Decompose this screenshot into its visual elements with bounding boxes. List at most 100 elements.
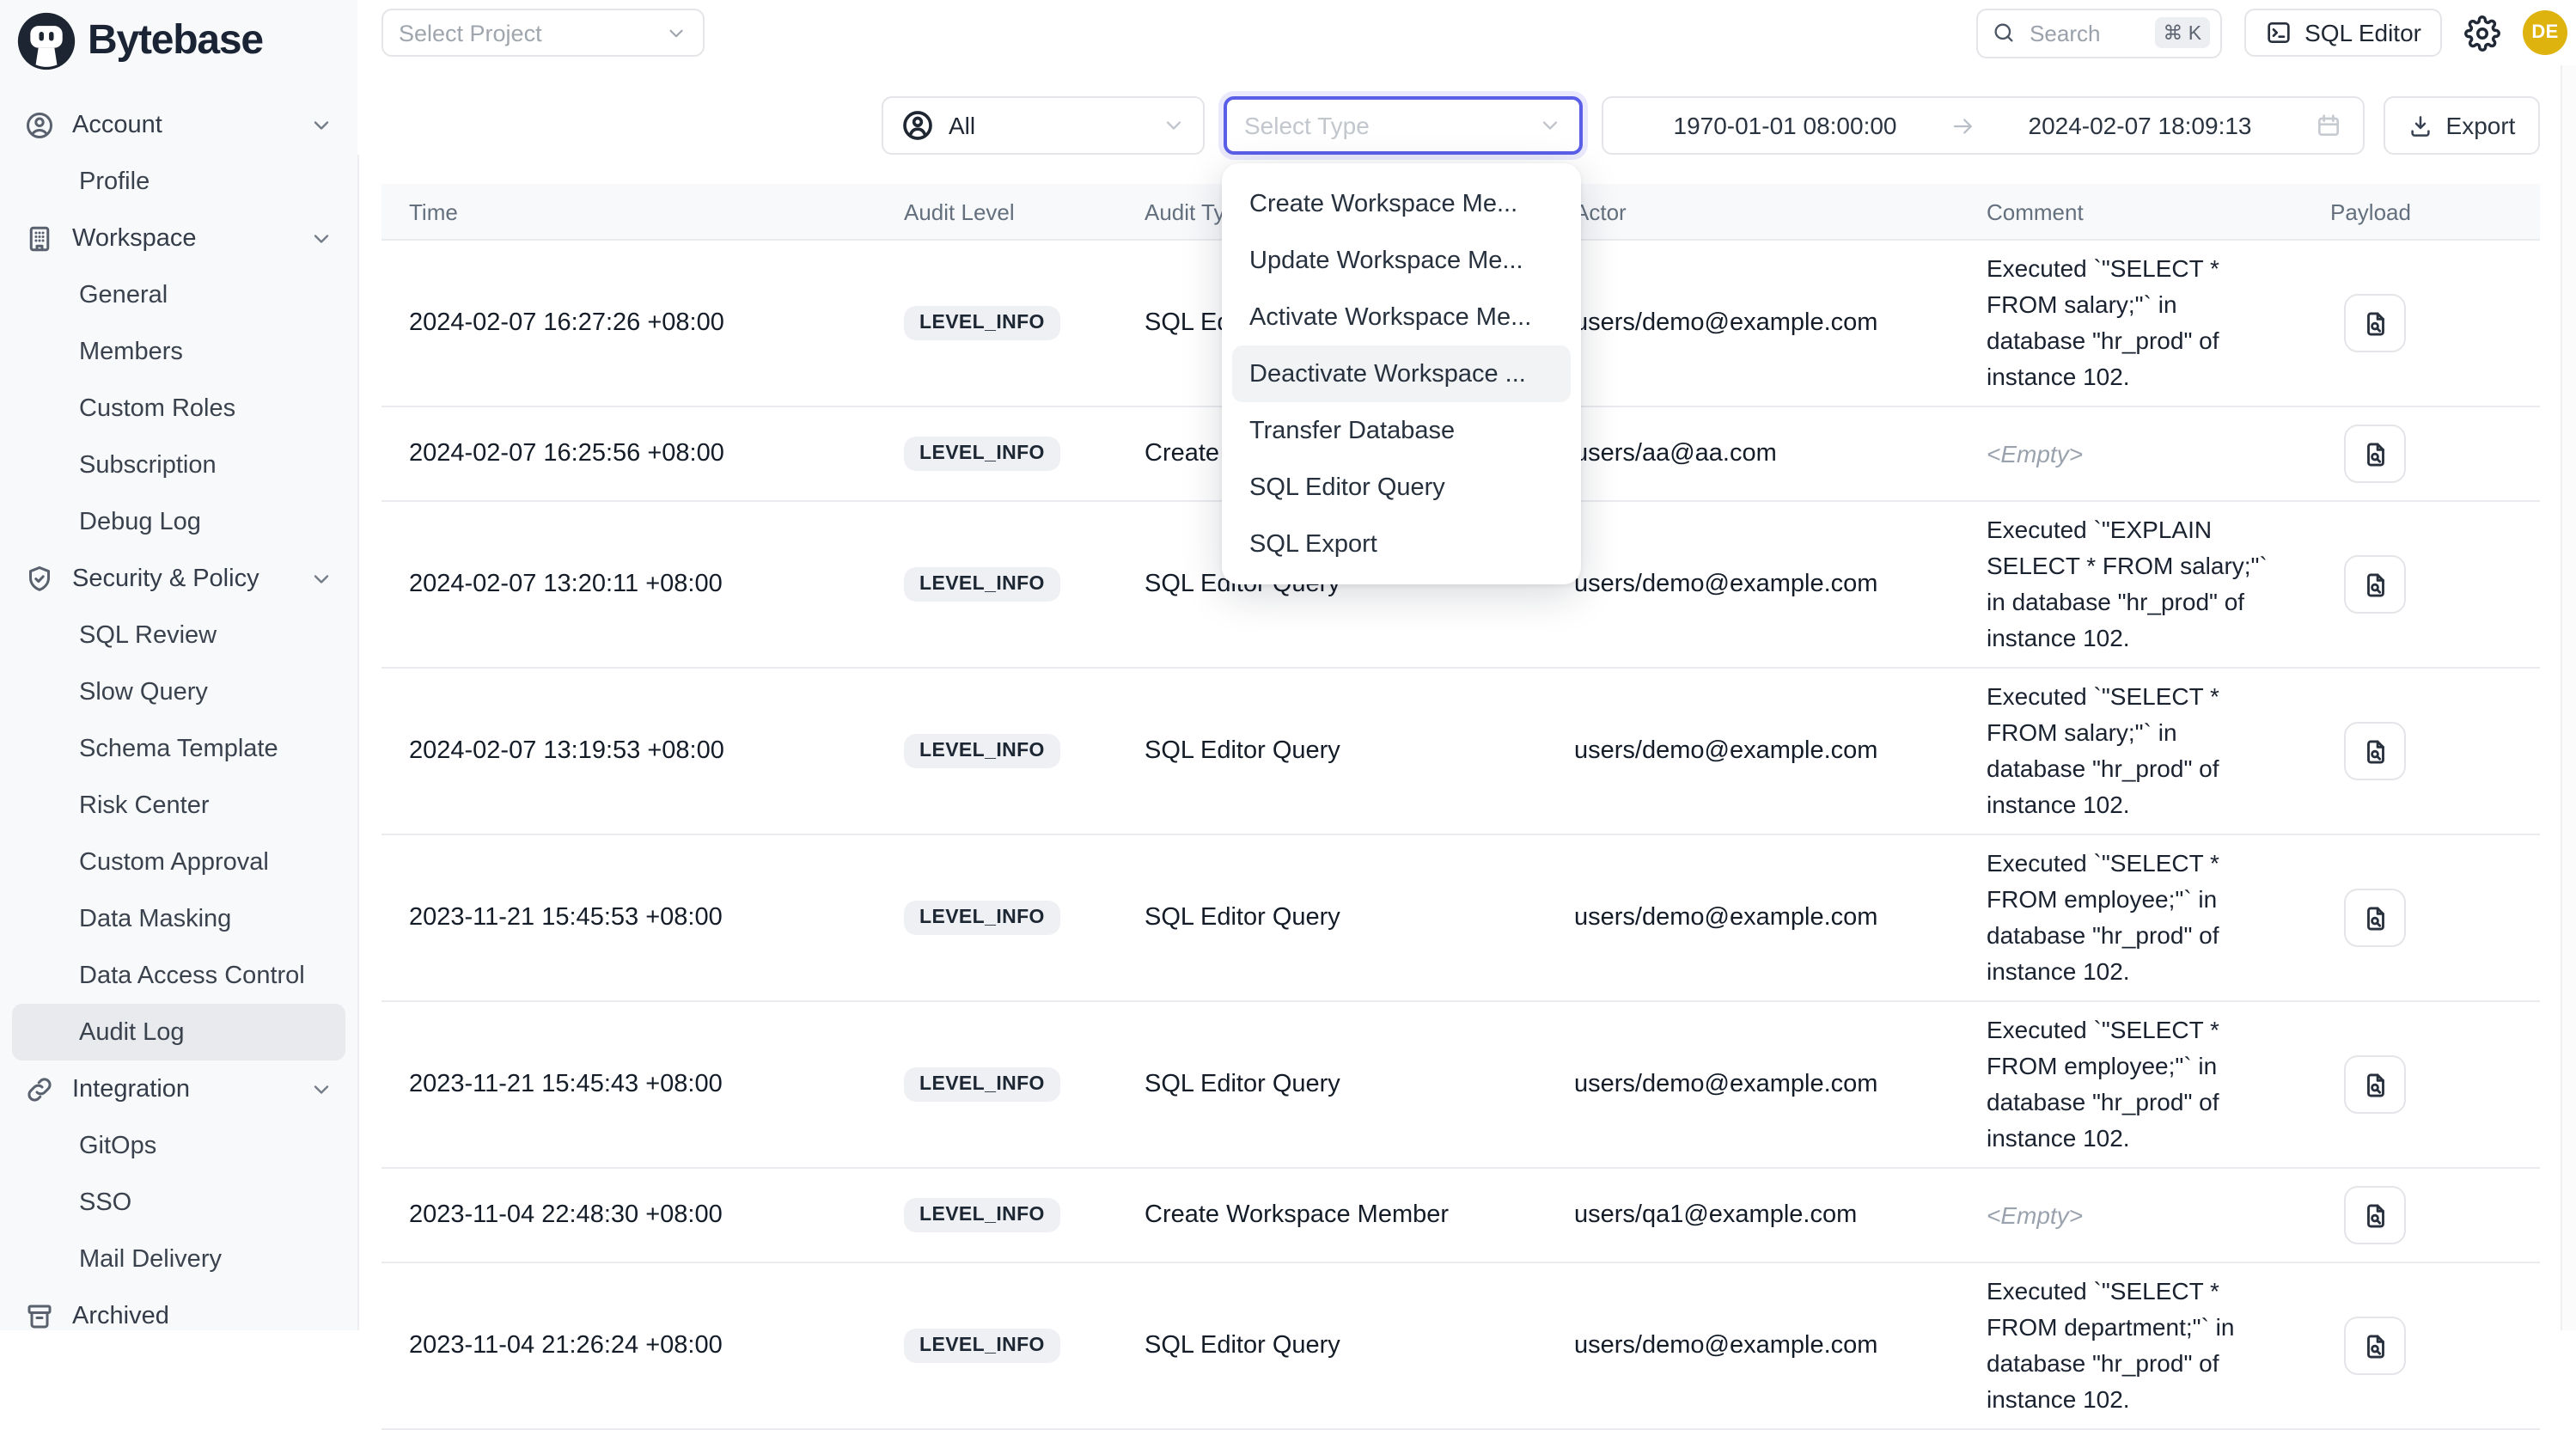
sidebar-item-label: Slow Query [79,678,208,706]
cell-actor: users/demo@example.com [1547,669,1959,834]
sidebar-section-account[interactable]: Account [0,96,357,153]
menu-item-sql-editor-query[interactable]: SQL Editor Query [1222,459,1581,516]
sidebar-item-schema-template[interactable]: Schema Template [0,720,357,777]
payload-view-button[interactable] [2344,1317,2406,1375]
sidebar-item-label: SQL Review [79,621,217,649]
sidebar-item-data-access-control[interactable]: Data Access Control [0,947,357,1004]
sidebar-item-general[interactable]: General [0,266,357,323]
cell-actor: users/demo@example.com [1547,1263,1959,1428]
scrollbar-track[interactable] [2561,65,2576,1330]
comment-text: Executed `"SELECT * FROM employee;"` in … [1987,846,2275,990]
sidebar: Bytebase AccountProfileWorkspaceGeneralM… [0,0,359,1330]
avatar[interactable]: DE [2523,10,2567,55]
sidebar-section-label: Workspace [72,224,197,252]
top-bar: Select Project ⌘ K SQL Editor DE [357,0,2576,67]
date-to[interactable]: 2024-02-07 18:09:13 [1979,112,2301,139]
payload-view-button[interactable] [2344,889,2406,947]
cell-actor: users/demo@example.com [1547,1002,1959,1167]
sidebar-item-risk-center[interactable]: Risk Center [0,777,357,834]
menu-item-deactivate-workspace[interactable]: Deactivate Workspace ... [1232,345,1571,402]
sidebar-item-label: SSO [79,1189,131,1216]
user-circle-icon [24,109,55,140]
payload-view-button[interactable] [2344,294,2406,352]
gear-icon[interactable] [2464,15,2500,51]
menu-item-create-workspace-me[interactable]: Create Workspace Me... [1222,175,1581,232]
shield-check-icon [24,563,55,594]
sidebar-item-label: Data Access Control [79,962,305,989]
table-row: 2023-11-21 15:45:43 +08:00LEVEL_INFOSQL … [382,1002,2540,1169]
date-range-picker[interactable]: 1970-01-01 08:00:00 2024-02-07 18:09:13 [1602,96,2365,155]
sidebar-section-workspace[interactable]: Workspace [0,210,357,266]
sidebar-item-mail-delivery[interactable]: Mail Delivery [0,1231,357,1287]
sidebar-item-audit-log[interactable]: Audit Log [12,1004,345,1060]
type-filter-placeholder: Select Type [1244,112,1370,139]
sidebar-section-integration[interactable]: Integration [0,1060,357,1117]
column-header-time: Time [382,199,876,224]
cell-time: 2024-02-07 16:25:56 +08:00 [382,407,876,500]
sidebar-item-gitops[interactable]: GitOps [0,1117,357,1174]
sidebar-section-security-policy[interactable]: Security & Policy [0,550,357,607]
menu-item-update-workspace-me[interactable]: Update Workspace Me... [1222,232,1581,289]
cell-audit-level: LEVEL_INFO [876,669,1117,834]
person-circle-icon [900,108,935,143]
sidebar-section-label: Account [72,111,162,138]
actor-filter-value: All [949,112,975,139]
cell-comment: <Empty> [1959,1169,2303,1262]
menu-item-activate-workspace-me[interactable]: Activate Workspace Me... [1222,289,1581,345]
sidebar-item-debug-log[interactable]: Debug Log [0,493,357,550]
file-search-icon [2360,1201,2390,1230]
sidebar-item-slow-query[interactable]: Slow Query [0,663,357,720]
cell-audit-level: LEVEL_INFO [876,1002,1117,1167]
archive-icon [24,1300,55,1330]
cell-comment: Executed `"SELECT * FROM department;"` i… [1959,1263,2303,1428]
cell-payload [2303,835,2540,1000]
sidebar-item-label: Profile [79,168,150,195]
menu-item-transfer-database[interactable]: Transfer Database [1222,402,1581,459]
actor-filter-select[interactable]: All [882,96,1205,155]
cell-comment: Executed `"SELECT * FROM salary;"` in da… [1959,669,2303,834]
type-filter-select[interactable]: Select Type [1224,96,1583,155]
menu-item-sql-export[interactable]: SQL Export [1222,516,1581,572]
sidebar-item-sso[interactable]: SSO [0,1174,357,1231]
filter-bar: All Select Type 1970-01-01 08:00:00 2024… [357,65,2576,155]
search-box[interactable]: ⌘ K [1976,8,2222,58]
cell-audit-level: LEVEL_INFO [876,835,1117,1000]
sidebar-item-subscription[interactable]: Subscription [0,437,357,493]
sql-editor-button[interactable]: SQL Editor [2244,9,2442,57]
search-shortcut-badge: ⌘ K [2154,17,2210,48]
payload-view-button[interactable] [2344,1186,2406,1244]
payload-view-button[interactable] [2344,425,2406,483]
export-label: Export [2446,112,2516,139]
sidebar-item-profile[interactable]: Profile [0,153,357,210]
project-select[interactable]: Select Project [382,9,705,57]
cell-audit-level: LEVEL_INFO [876,1169,1117,1262]
sidebar-item-label: Risk Center [79,791,210,819]
sidebar-section-archived[interactable]: Archived [0,1287,357,1330]
cell-audit-level: LEVEL_INFO [876,241,1117,406]
payload-view-button[interactable] [2344,555,2406,614]
search-input[interactable] [2026,18,2115,47]
sidebar-item-custom-roles[interactable]: Custom Roles [0,380,357,437]
chevron-down-icon [1538,113,1562,138]
cell-time: 2023-11-04 21:26:24 +08:00 [382,1263,876,1428]
export-button[interactable]: Export [2384,96,2540,155]
comment-text: Executed `"SELECT * FROM salary;"` in da… [1987,251,2275,395]
sidebar-item-data-masking[interactable]: Data Masking [0,890,357,947]
sidebar-item-sql-review[interactable]: SQL Review [0,607,357,663]
cell-actor: users/demo@example.com [1547,835,1959,1000]
payload-view-button[interactable] [2344,1055,2406,1114]
bytebase-logo[interactable]: Bytebase [0,0,357,82]
cell-time: 2023-11-21 15:45:43 +08:00 [382,1002,876,1167]
payload-view-button[interactable] [2344,722,2406,780]
sql-editor-label: SQL Editor [2304,19,2421,46]
app: Bytebase AccountProfileWorkspaceGeneralM… [0,0,2576,1330]
empty-comment: <Empty> [1987,1197,2083,1233]
cell-audit-level: LEVEL_INFO [876,407,1117,500]
file-search-icon [2360,439,2390,468]
sidebar-item-members[interactable]: Members [0,323,357,380]
sidebar-nav: AccountProfileWorkspaceGeneralMembersCus… [0,82,357,1330]
chevron-down-icon [1162,113,1186,138]
date-from[interactable]: 1970-01-01 08:00:00 [1624,112,1946,139]
sidebar-item-custom-approval[interactable]: Custom Approval [0,834,357,890]
arrow-right-icon [1950,113,1975,138]
